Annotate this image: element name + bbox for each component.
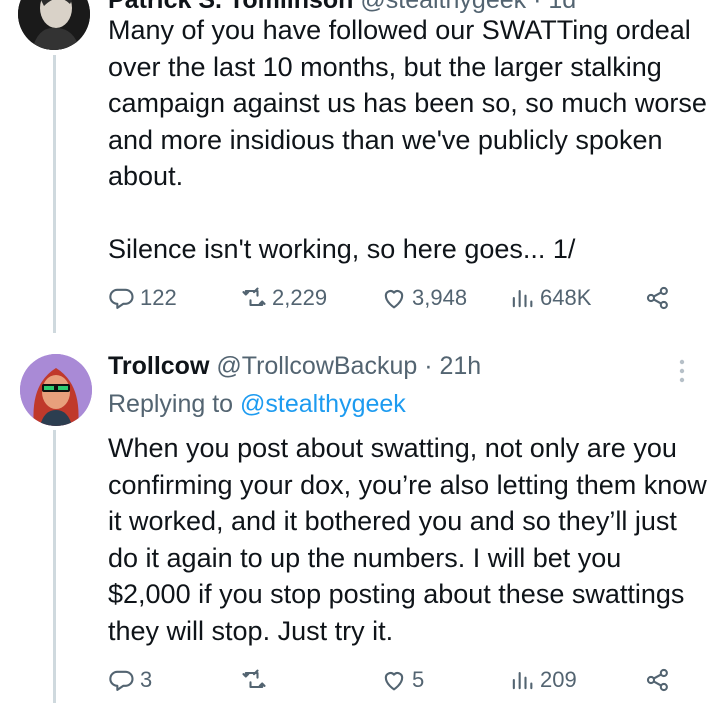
reply-count: 122 bbox=[140, 285, 177, 310]
tweet-text: Many of you have followed our SWATTing o… bbox=[108, 15, 707, 264]
tweet-actions: 3 5 209 bbox=[108, 666, 678, 700]
view-count: 209 bbox=[540, 667, 577, 692]
views-icon bbox=[512, 289, 533, 308]
timestamp[interactable]: 21h bbox=[440, 352, 482, 380]
replying-to-label: Replying to bbox=[108, 390, 234, 418]
avatar[interactable] bbox=[18, 0, 90, 50]
views-button[interactable]: 209 bbox=[508, 666, 577, 694]
replying-to: Replying to @stealthygeek bbox=[108, 390, 406, 419]
avatar-image bbox=[18, 0, 90, 50]
mention-link[interactable]: @stealthygeek bbox=[240, 390, 406, 418]
share-icon bbox=[646, 286, 668, 310]
share-icon bbox=[646, 668, 668, 692]
reply-count: 3 bbox=[140, 667, 153, 692]
share-button[interactable] bbox=[644, 284, 676, 312]
repost-icon bbox=[242, 669, 266, 689]
view-count: 648K bbox=[540, 285, 592, 310]
tweet-text: When you post about swatting, not only a… bbox=[108, 433, 707, 646]
tweet-header: Trollcow @TrollcowBackup · 21h bbox=[108, 352, 481, 381]
more-icon[interactable] bbox=[672, 356, 692, 386]
user-handle[interactable]: @TrollcowBackup bbox=[216, 352, 417, 380]
like-button[interactable]: 5 bbox=[380, 666, 424, 694]
like-count: 3,948 bbox=[412, 285, 468, 310]
like-button[interactable]: 3,948 bbox=[380, 284, 467, 312]
share-button[interactable] bbox=[644, 666, 676, 694]
like-icon bbox=[384, 290, 404, 309]
avatar[interactable] bbox=[20, 354, 92, 426]
repost-count: 2,229 bbox=[272, 285, 328, 310]
separator-dot: · bbox=[424, 352, 433, 380]
like-icon bbox=[384, 672, 404, 691]
avatar-image bbox=[20, 354, 92, 426]
reply-icon bbox=[109, 288, 134, 309]
thread-connector-line bbox=[53, 430, 56, 703]
like-count: 5 bbox=[412, 667, 425, 692]
thread-connector-line bbox=[53, 55, 56, 333]
display-name[interactable]: Trollcow bbox=[108, 352, 209, 380]
reply-button[interactable]: 122 bbox=[108, 284, 177, 312]
views-button[interactable]: 648K bbox=[508, 284, 591, 312]
repost-button[interactable]: 2,229 bbox=[240, 284, 327, 312]
tweet-actions: 122 2,229 3,948 648K bbox=[108, 284, 678, 318]
repost-icon bbox=[242, 287, 266, 307]
reply-button[interactable]: 3 bbox=[108, 666, 152, 694]
views-icon bbox=[512, 671, 533, 690]
reply-icon bbox=[109, 670, 134, 691]
repost-button[interactable] bbox=[240, 666, 272, 694]
